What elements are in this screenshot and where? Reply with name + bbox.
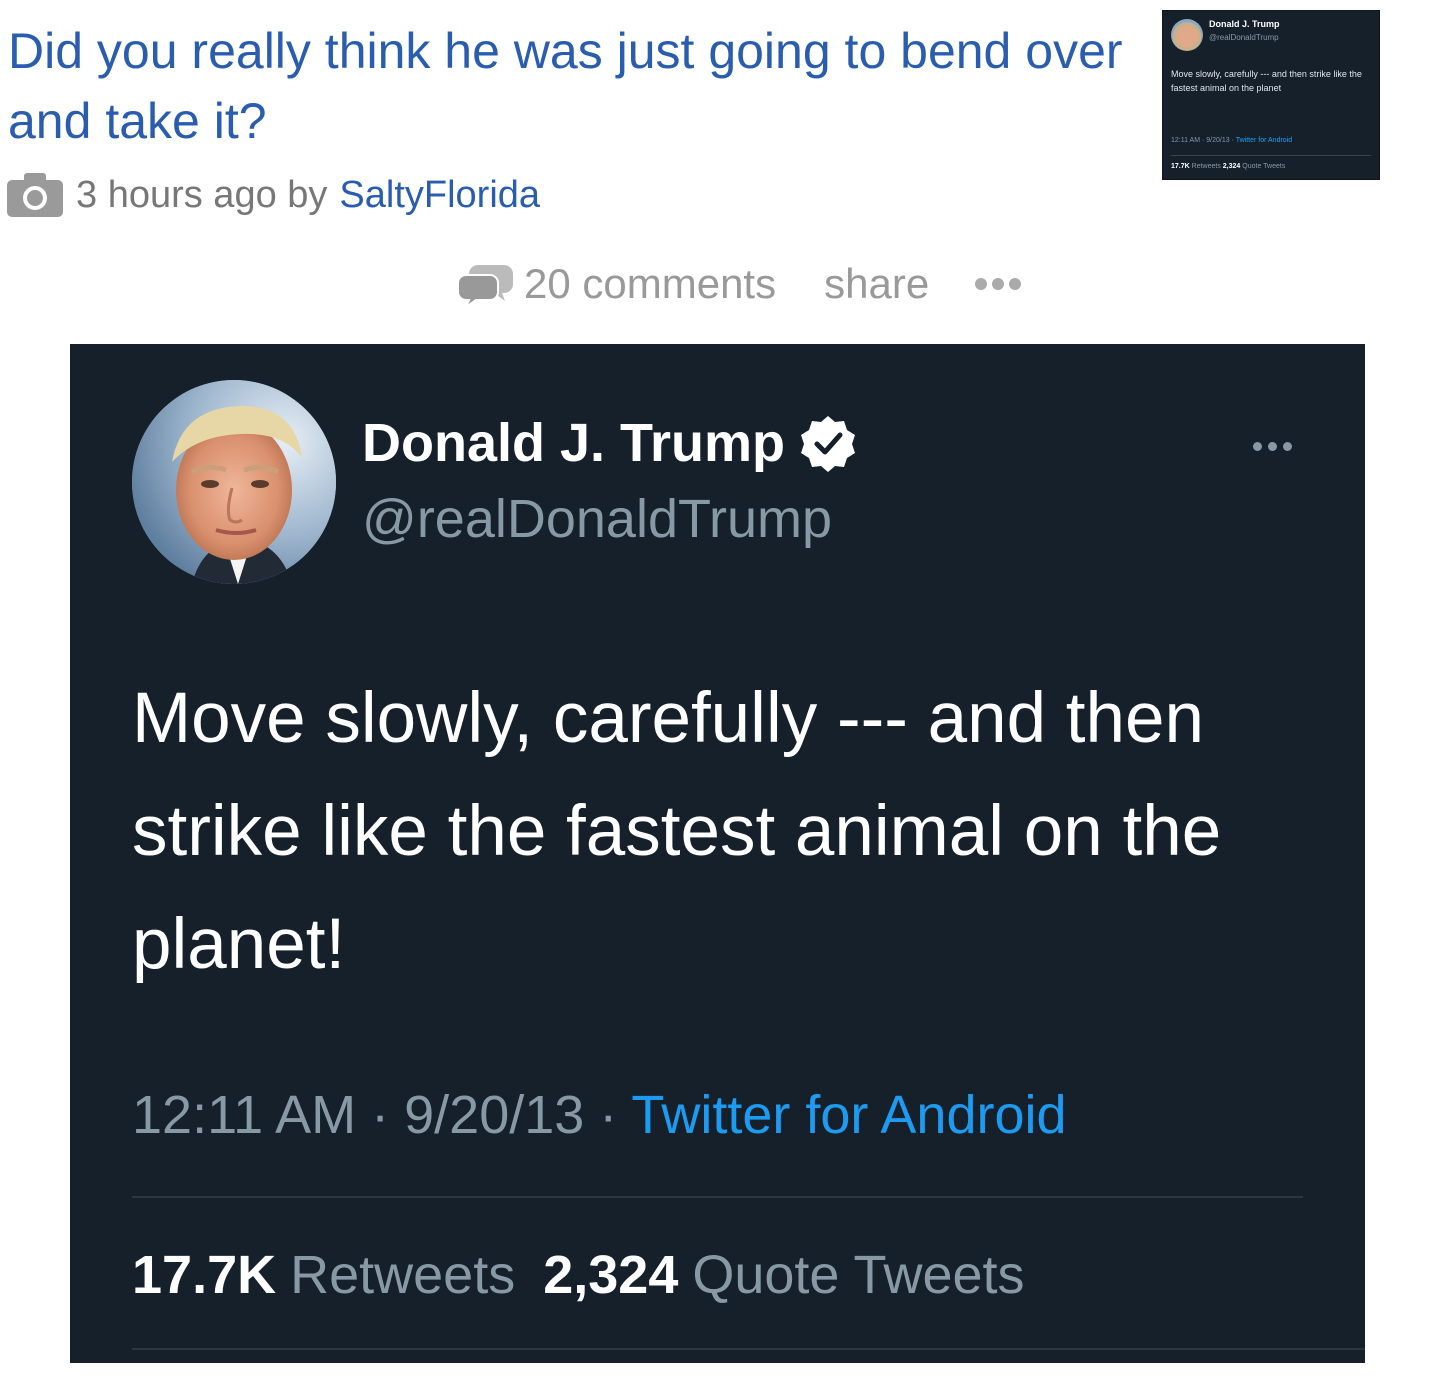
author-link[interactable]: SaltyFlorida bbox=[339, 174, 540, 217]
comments-label: 20 comments bbox=[524, 260, 777, 307]
thumbnail-retweets-count: 17.7K bbox=[1171, 163, 1190, 170]
thumbnail-quotes-label: Quote Tweets bbox=[1242, 163, 1286, 170]
quote-tweets-stat[interactable]: 2,324 Quote Tweets bbox=[543, 1244, 1024, 1306]
tweet-stats: 17.7K Retweets 2,324 Quote Tweets bbox=[132, 1244, 1025, 1306]
post-thumbnail[interactable]: Donald J. Trump @realDonaldTrump Move sl… bbox=[1162, 10, 1380, 180]
more-options-icon[interactable] bbox=[975, 278, 1022, 290]
divider bbox=[132, 1196, 1303, 1198]
comment-bubbles-icon bbox=[458, 261, 514, 307]
post-meta: 3 hours ago by SaltyFlorida bbox=[6, 170, 540, 220]
thumbnail-time: 12:11 AM · 9/20/13 · Twitter for Android bbox=[1171, 137, 1292, 144]
tweet-text: Move slowly, carefully --- and then stri… bbox=[132, 679, 1222, 984]
thumbnail-stats: 17.7K Retweets 2,324 Quote Tweets bbox=[1171, 163, 1285, 170]
tweet-card: Donald J. Trump @realDonaldTrump Move sl… bbox=[70, 344, 1365, 1363]
profile-avatar[interactable] bbox=[132, 380, 336, 584]
tweet-more-icon[interactable] bbox=[1253, 442, 1292, 451]
divider-bottom bbox=[132, 1348, 1365, 1350]
post-title[interactable]: Did you really think he was just going t… bbox=[8, 16, 1138, 156]
thumbnail-quotes-count: 2,324 bbox=[1222, 163, 1241, 170]
retweets-label: Retweets bbox=[290, 1245, 516, 1305]
thumbnail-name: Donald J. Trump bbox=[1209, 19, 1280, 29]
thumbnail-divider bbox=[1171, 155, 1371, 156]
camera-icon bbox=[6, 172, 64, 218]
thumbnail-source: Twitter for Android bbox=[1235, 137, 1293, 144]
tweet-meta: 12:11 AM · 9/20/13 · Twitter for Android bbox=[132, 1084, 1067, 1146]
author-name: Donald J. Trump bbox=[362, 413, 786, 473]
tweet-source-link[interactable]: Twitter for Android bbox=[631, 1085, 1066, 1145]
post-actions: 20 comments share bbox=[458, 254, 1022, 314]
thumbnail-avatar bbox=[1171, 19, 1203, 51]
thumbnail-time-text: 12:11 AM · 9/20/13 · bbox=[1171, 137, 1236, 144]
post-time: 3 hours ago by bbox=[76, 173, 328, 216]
author-handle[interactable]: @realDonaldTrump bbox=[362, 488, 832, 550]
quote-tweets-label: Quote Tweets bbox=[692, 1245, 1025, 1305]
retweets-count: 17.7K bbox=[132, 1245, 277, 1305]
retweets-stat[interactable]: 17.7K Retweets bbox=[132, 1244, 515, 1306]
thumbnail-retweets-label: Retweets bbox=[1191, 163, 1221, 170]
author-name-row[interactable]: Donald J. Trump bbox=[362, 412, 857, 474]
share-button[interactable]: share bbox=[824, 260, 929, 308]
comments-button[interactable]: 20 comments bbox=[458, 260, 776, 308]
tweet-timestamp[interactable]: 12:11 AM · 9/20/13 · bbox=[132, 1085, 631, 1145]
thumbnail-handle: @realDonaldTrump bbox=[1209, 33, 1279, 42]
quote-tweets-count: 2,324 bbox=[543, 1245, 679, 1305]
thumbnail-text: Move slowly, carefully --- and then stri… bbox=[1171, 69, 1362, 93]
share-label: share bbox=[824, 260, 930, 307]
verified-badge-icon bbox=[799, 414, 857, 472]
